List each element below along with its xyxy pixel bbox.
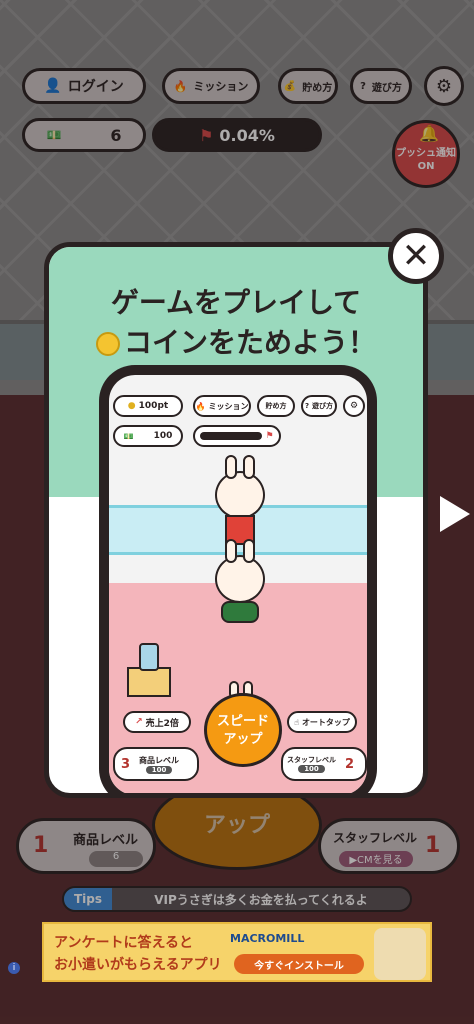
mini-speed-button: スピード アップ xyxy=(204,693,282,767)
tutorial-modal: ゲームをプレイして コインをためよう！ ● 100pt 🔥 ミッション 貯め方 … xyxy=(44,242,428,798)
modal-title-line2-wrap: コインをためよう！ xyxy=(49,323,423,363)
bunny-ear xyxy=(225,455,237,479)
ad-install-button[interactable]: 今すぐインストール xyxy=(234,954,364,974)
modal-title: ゲームをプレイして コインをためよう！ xyxy=(49,283,423,363)
mini-cash-value: 100 xyxy=(153,431,173,441)
ad-line1: アンケートに答えると xyxy=(54,935,194,951)
mini-hand-icon: ☝ xyxy=(294,717,299,727)
ad-brand: MACROMILL xyxy=(230,932,305,945)
blender-icon xyxy=(139,643,159,671)
mini-points-value: 100pt xyxy=(138,401,169,411)
mini-fire-icon: 🔥 xyxy=(195,401,206,411)
mini-product-level-info: 商品レベル 100 xyxy=(139,755,179,774)
mini-gear-icon: ⚙ xyxy=(343,395,365,417)
blender-table xyxy=(127,667,171,697)
mini-save-button: 貯め方 xyxy=(257,395,295,417)
ad-illustration xyxy=(374,928,426,980)
ad-line2: お小遣いがもらえるアプリ xyxy=(54,957,222,973)
mini-howto-button: ? 遊び方 xyxy=(301,395,337,417)
mini-autotap-label: オートタップ xyxy=(301,717,350,727)
mini-howto-label: 遊び方 xyxy=(312,402,334,410)
mini-flag-icon: ⚑ xyxy=(265,431,274,441)
mini-cash-icon: 💵 xyxy=(123,431,134,441)
modal-title-line2: コインをためよう！ xyxy=(123,326,376,359)
bunny-customer xyxy=(215,539,265,603)
mini-product-level-cost: 100 xyxy=(145,765,173,774)
close-icon: ✕ xyxy=(401,236,431,276)
ad-text: アンケートに答えると お小遣いがもらえるアプリ xyxy=(54,932,222,976)
phone-mockup: ● 100pt 🔥 ミッション 貯め方 ? 遊び方 ⚙ 💵 100 ⚑ スピード… xyxy=(99,365,377,793)
mini-sales-label: 売上2倍 xyxy=(145,718,179,729)
phone-screen: ● 100pt 🔥 ミッション 貯め方 ? 遊び方 ⚙ 💵 100 ⚑ スピード… xyxy=(109,375,367,793)
mini-staff-level-info: スタッフレベル 100 xyxy=(287,755,336,773)
mini-staff-level-cost: 100 xyxy=(298,765,325,773)
mini-speed-label2: アップ xyxy=(223,732,263,747)
mini-progress-track xyxy=(200,432,263,440)
coin-icon xyxy=(95,332,120,356)
mini-speed-label1: スピード xyxy=(216,714,269,729)
mini-product-level-label: 商品レベル xyxy=(139,755,180,765)
mini-coin-icon: ● xyxy=(127,401,136,411)
mini-mission-button: 🔥 ミッション xyxy=(193,395,251,417)
modal-title-line1: ゲームをプレイして xyxy=(110,286,362,319)
ad-banner[interactable]: アンケートに答えると お小遣いがもらえるアプリ MACROMILL 今すぐインス… xyxy=(42,922,432,982)
mini-cash-display: 💵 100 xyxy=(113,425,183,447)
next-page-arrow[interactable] xyxy=(440,496,470,532)
mini-sales-double-button: ↗ 売上2倍 xyxy=(123,711,191,733)
mini-mission-label: ミッション xyxy=(208,401,249,411)
mini-autotap-button: ☝ オートタップ xyxy=(287,711,357,733)
mini-product-level: 3 商品レベル 100 xyxy=(113,747,199,781)
mini-product-level-value: 3 xyxy=(121,756,131,772)
mini-staff-level-value: 2 xyxy=(345,756,355,772)
mini-save-label: 貯め方 xyxy=(265,402,287,410)
mini-staff-level-label: スタッフレベル xyxy=(287,756,336,764)
bunny-ear xyxy=(225,539,237,563)
bunny-ear xyxy=(243,455,255,479)
mini-staff-level: スタッフレベル 100 2 xyxy=(281,747,367,781)
mini-points-display: ● 100pt xyxy=(113,395,183,417)
modal-close-button[interactable]: ✕ xyxy=(388,228,444,284)
bunny-clerk xyxy=(215,455,265,519)
mini-arrow-icon: ↗ xyxy=(135,717,143,727)
mini-question-icon: ? xyxy=(304,402,310,410)
bunny-ear xyxy=(243,539,255,563)
bunny-body xyxy=(221,601,259,623)
mini-progress-bar: ⚑ xyxy=(193,425,281,447)
ad-info-icon[interactable]: i xyxy=(8,962,20,974)
